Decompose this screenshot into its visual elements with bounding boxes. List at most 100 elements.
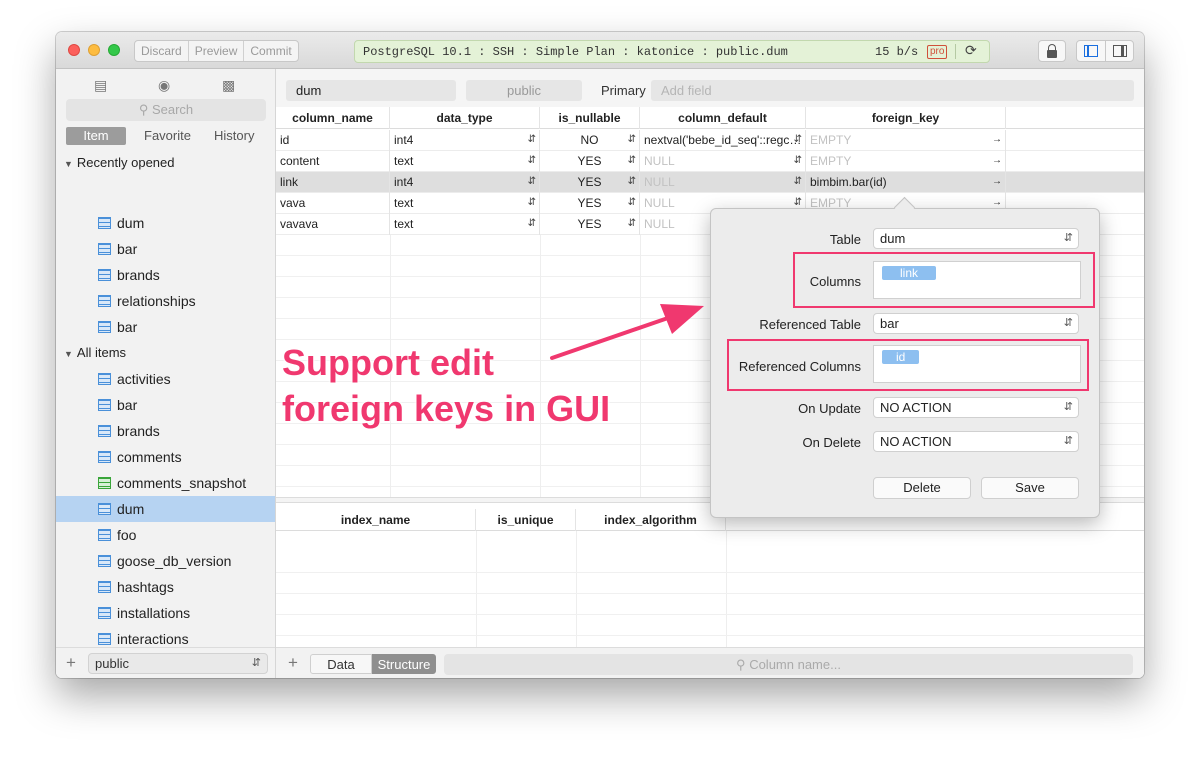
disclosure-triangle-icon: ▼ [64, 159, 73, 169]
schema-select[interactable]: public ⇵ [88, 653, 268, 674]
cell-data-type[interactable]: text ⇵ [390, 193, 540, 214]
close-window-button[interactable] [68, 44, 80, 56]
cell-is-nullable[interactable]: YES ⇵ [540, 172, 640, 193]
header-index-algorithm[interactable]: index_algorithm [576, 509, 726, 531]
toggle-right-panel-button[interactable] [1106, 41, 1134, 61]
chevron-updown-icon: ⇵ [793, 176, 802, 187]
calendar-icon[interactable]: ▤ [94, 77, 107, 94]
column-search-input[interactable]: ⚲ Column name... [444, 654, 1133, 675]
sidebar-item-recent-bar[interactable]: bar [56, 236, 275, 262]
sidebar-item-goose-db-version[interactable]: goose_db_version [56, 548, 275, 574]
sidebar-item-recent-bar-2[interactable]: bar [56, 314, 275, 340]
on-delete-select[interactable]: NO ACTION ⇵ [873, 431, 1079, 452]
referenced-table-select[interactable]: bar ⇵ [873, 313, 1079, 334]
cell-column-name[interactable]: link [276, 172, 390, 193]
sidebar-item-installations[interactable]: installations [56, 600, 275, 626]
cell-column-default[interactable]: NULL ⇵ [640, 151, 806, 172]
tab-data[interactable]: Data [310, 654, 372, 674]
save-button[interactable]: Save [981, 477, 1079, 499]
cell-column-default[interactable]: NULL ⇵ [640, 172, 806, 193]
table-name-input[interactable]: dum [286, 80, 456, 101]
column-token[interactable]: link [882, 266, 937, 280]
add-icon[interactable]: + [66, 653, 76, 673]
add-field-input[interactable]: Add field [651, 80, 1134, 101]
sidebar-item-brands[interactable]: brands [56, 418, 275, 444]
cell-foreign-key[interactable]: EMPTY → [806, 130, 1006, 151]
tab-history[interactable]: History [214, 127, 254, 145]
cell-is-nullable[interactable]: YES ⇵ [540, 214, 640, 235]
referenced-column-token[interactable]: id [882, 350, 920, 364]
search-icon: ⚲ [138, 102, 149, 117]
zoom-window-button[interactable] [108, 44, 120, 56]
empty-row [276, 573, 1144, 594]
sidebar-item-bar[interactable]: bar [56, 392, 275, 418]
cell-foreign-key[interactable]: bimbim.bar(id) → [806, 172, 1006, 193]
add-column-icon[interactable]: + [288, 653, 298, 673]
chevron-updown-icon: ⇵ [1063, 401, 1073, 413]
cell-data-type[interactable]: int4 ⇵ [390, 172, 540, 193]
header-is-unique[interactable]: is_unique [476, 509, 576, 531]
cell-foreign-key[interactable]: EMPTY → [806, 151, 1006, 172]
database-icon[interactable]: ◉ [158, 77, 170, 94]
discard-button[interactable]: Discard [135, 41, 189, 61]
sidebar: ▤ ◉ ▩ ⚲ Search Item Favorite History ▼ Re… [56, 69, 276, 678]
header-index-name[interactable]: index_name [276, 509, 476, 531]
sidebar-item-recent-brands[interactable]: brands [56, 262, 275, 288]
table-row[interactable]: id int4 ⇵ NO ⇵ nextval('bebe_id_seq'::regc… [276, 130, 1144, 151]
lock-icon [1047, 44, 1057, 58]
table-select[interactable]: dum ⇵ [873, 228, 1079, 249]
table-icon [98, 633, 111, 645]
preview-button[interactable]: Preview [189, 41, 245, 61]
tab-favorite[interactable]: Favorite [144, 127, 191, 145]
header-column-name[interactable]: column_name [276, 107, 390, 129]
cell-column-default[interactable]: nextval('bebe_id_seq'::regc… ⇵ [640, 130, 806, 151]
table-row[interactable]: content text ⇵ YES ⇵ NULL ⇵ EMPTY → [276, 151, 1144, 172]
all-items-header[interactable]: ▼ All items [64, 345, 126, 360]
cell-is-nullable[interactable]: NO ⇵ [540, 130, 640, 151]
referenced-columns-token-field[interactable]: id [873, 345, 1081, 383]
cell-data-type[interactable]: text ⇵ [390, 214, 540, 235]
cell-data-type[interactable]: text ⇵ [390, 151, 540, 172]
cell-is-nullable[interactable]: YES ⇵ [540, 151, 640, 172]
minimize-window-button[interactable] [88, 44, 100, 56]
connection-label: PostgreSQL 10.1 : SSH : Simple Plan : ka… [363, 45, 788, 59]
table-row-selected[interactable]: link int4 ⇵ YES ⇵ NULL ⇵ bimbim.bar(id) → [276, 172, 1144, 193]
header-is-nullable[interactable]: is_nullable [540, 107, 640, 129]
sidebar-item-recent-dum[interactable]: dum [56, 210, 275, 236]
sidebar-item-foo[interactable]: foo [56, 522, 275, 548]
commit-button[interactable]: Commit [244, 41, 297, 61]
toggle-left-panel-button[interactable] [1077, 41, 1106, 61]
cell-is-nullable[interactable]: YES ⇵ [540, 193, 640, 214]
recently-opened-header[interactable]: ▼ Recently opened [64, 155, 175, 170]
sidebar-item-recent-relationships[interactable]: relationships [56, 288, 275, 314]
sidebar-item-hashtags[interactable]: hashtags [56, 574, 275, 600]
chevron-updown-icon: ⇵ [527, 218, 536, 229]
cell-column-name[interactable]: vava [276, 193, 390, 214]
header-data-type[interactable]: data_type [390, 107, 540, 129]
on-update-label: On Update [798, 401, 861, 416]
header-foreign-key[interactable]: foreign_key [806, 107, 1006, 129]
cell-column-name[interactable]: vavava [276, 214, 390, 235]
change-actions-group: Discard Preview Commit [134, 40, 299, 62]
on-update-select[interactable]: NO ACTION ⇵ [873, 397, 1079, 418]
sidebar-item-comments[interactable]: comments [56, 444, 275, 470]
referenced-table-label: Referenced Table [759, 317, 861, 332]
reload-icon[interactable]: ⟳ [965, 43, 977, 60]
chevron-updown-icon: ⇵ [627, 134, 636, 145]
sidebar-item-comments-snapshot[interactable]: comments_snapshot [56, 470, 275, 496]
tab-item[interactable]: Item [66, 127, 126, 145]
sidebar-search[interactable]: ⚲ Search [66, 99, 266, 121]
delete-button[interactable]: Delete [873, 477, 971, 499]
tab-structure[interactable]: Structure [372, 654, 436, 674]
cell-column-name[interactable]: content [276, 151, 390, 172]
sidebar-item-dum[interactable]: dum [56, 496, 275, 522]
terminal-icon[interactable]: ▩ [222, 77, 235, 94]
cell-data-type[interactable]: int4 ⇵ [390, 130, 540, 151]
cell-column-name[interactable]: id [276, 130, 390, 151]
columns-token-field[interactable]: link [873, 261, 1081, 299]
sidebar-item-activities[interactable]: activities [56, 366, 275, 392]
schema-name-input[interactable]: public [466, 80, 582, 101]
lock-button[interactable] [1038, 40, 1066, 62]
header-column-default[interactable]: column_default [640, 107, 806, 129]
table-icon [98, 503, 111, 515]
